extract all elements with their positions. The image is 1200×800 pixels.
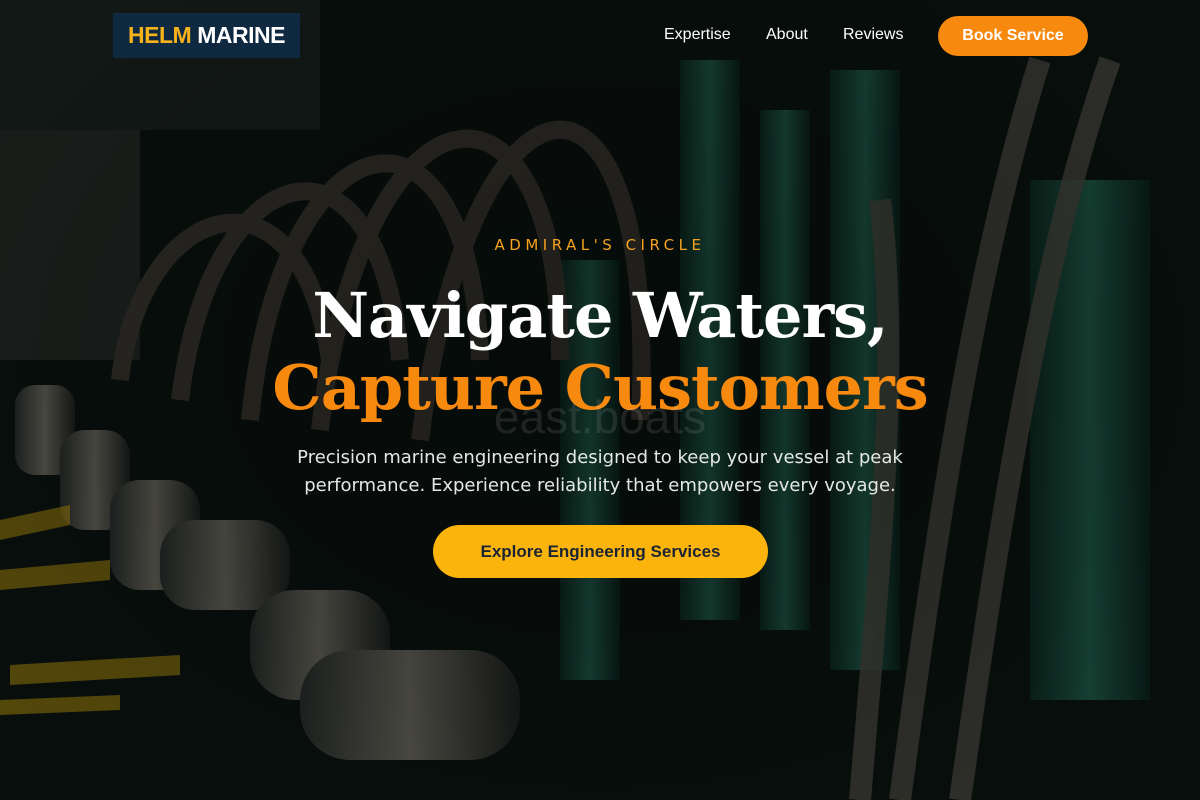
headline-line-1: Navigate Waters, — [312, 279, 888, 352]
explore-engineering-services-button[interactable]: Explore Engineering Services — [433, 525, 768, 578]
book-service-button[interactable]: Book Service — [938, 16, 1088, 56]
nav-link-reviews[interactable]: Reviews — [843, 26, 903, 44]
nav-link-expertise[interactable]: Expertise — [664, 26, 731, 44]
nav-link-about[interactable]: About — [766, 26, 808, 44]
hero-section: HELM MARINE Expertise About Reviews Book… — [0, 0, 1200, 800]
hero-eyebrow: ADMIRAL'S CIRCLE — [494, 236, 706, 254]
watermark-text: east.boats — [493, 391, 707, 443]
hero-subtitle: Precision marine engineering designed to… — [297, 447, 903, 496]
